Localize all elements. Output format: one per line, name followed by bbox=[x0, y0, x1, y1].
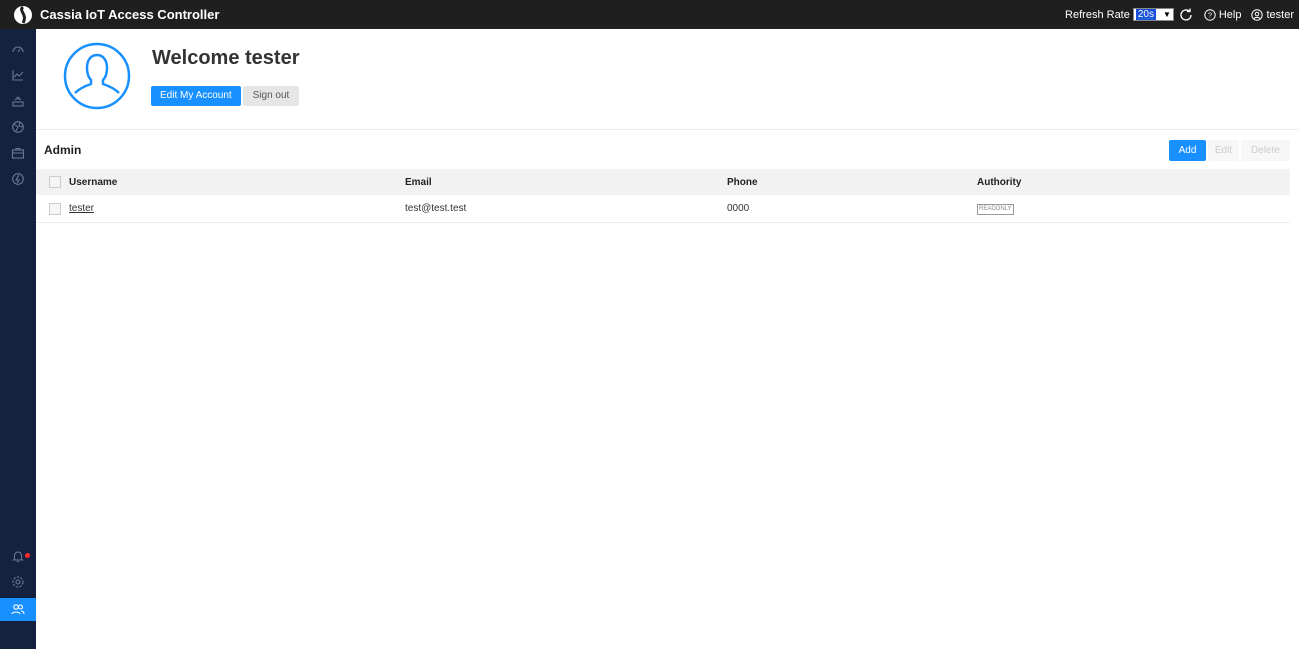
column-header-phone[interactable]: Phone bbox=[727, 177, 977, 188]
authority-badge: READONLY bbox=[977, 204, 1014, 215]
main-content: Welcome tester Edit My Account Sign out … bbox=[36, 29, 1299, 649]
refresh-rate-value: 20s bbox=[1135, 9, 1156, 20]
select-all-checkbox[interactable] bbox=[49, 176, 61, 188]
dashboard-icon[interactable] bbox=[9, 40, 27, 58]
sign-out-button[interactable]: Sign out bbox=[243, 86, 299, 106]
chart-icon[interactable] bbox=[9, 66, 27, 84]
cassia-logo-icon bbox=[12, 4, 34, 26]
table-row: tester test@test.test 0000 READONLY bbox=[36, 195, 1290, 223]
profile-panel: Welcome tester Edit My Account Sign out bbox=[36, 29, 1299, 130]
top-bar: Cassia IoT Access Controller Refresh Rat… bbox=[0, 0, 1299, 29]
help-icon: ? bbox=[1204, 8, 1216, 21]
router-icon[interactable] bbox=[9, 92, 27, 110]
add-button[interactable]: Add bbox=[1169, 140, 1206, 161]
sidebar bbox=[0, 29, 36, 649]
refresh-rate-select[interactable]: 20s ▼ bbox=[1132, 8, 1174, 21]
users-icon[interactable] bbox=[9, 600, 27, 618]
admin-table: Username Email Phone Authority tester te… bbox=[36, 169, 1290, 223]
table-header: Username Email Phone Authority bbox=[36, 169, 1290, 195]
location-icon[interactable] bbox=[9, 170, 27, 188]
refresh-icon[interactable] bbox=[1178, 7, 1194, 23]
chevron-down-icon: ▼ bbox=[1162, 10, 1171, 19]
admin-actions: Add Edit Delete bbox=[1167, 140, 1290, 161]
delete-button[interactable]: Delete bbox=[1241, 140, 1290, 161]
user-menu[interactable]: tester bbox=[1251, 9, 1294, 21]
toolbox-icon[interactable] bbox=[9, 144, 27, 162]
email-cell: test@test.test bbox=[405, 203, 467, 214]
column-header-authority[interactable]: Authority bbox=[977, 177, 1290, 188]
welcome-heading: Welcome tester bbox=[152, 47, 300, 69]
user-icon bbox=[1251, 8, 1264, 21]
globe-icon[interactable] bbox=[9, 118, 27, 136]
refresh-rate-label: Refresh Rate bbox=[1065, 8, 1130, 21]
svg-text:?: ? bbox=[1208, 10, 1212, 19]
app-title: Cassia IoT Access Controller bbox=[40, 7, 220, 22]
user-label: tester bbox=[1266, 8, 1294, 21]
user-avatar-icon bbox=[63, 42, 131, 110]
row-checkbox[interactable] bbox=[49, 202, 61, 215]
edit-my-account-button[interactable]: Edit My Account bbox=[151, 86, 241, 106]
gear-icon[interactable] bbox=[9, 573, 27, 591]
column-header-email[interactable]: Email bbox=[405, 177, 727, 188]
phone-cell: 0000 bbox=[727, 203, 750, 214]
username-link[interactable]: tester bbox=[69, 203, 94, 214]
notification-dot bbox=[25, 553, 30, 558]
edit-button[interactable]: Edit bbox=[1208, 140, 1239, 161]
admin-section-title: Admin bbox=[44, 143, 82, 157]
avatar bbox=[63, 42, 131, 110]
column-header-username[interactable]: Username bbox=[69, 177, 405, 188]
help-link[interactable]: ? Help bbox=[1204, 8, 1242, 21]
help-label: Help bbox=[1218, 8, 1242, 21]
